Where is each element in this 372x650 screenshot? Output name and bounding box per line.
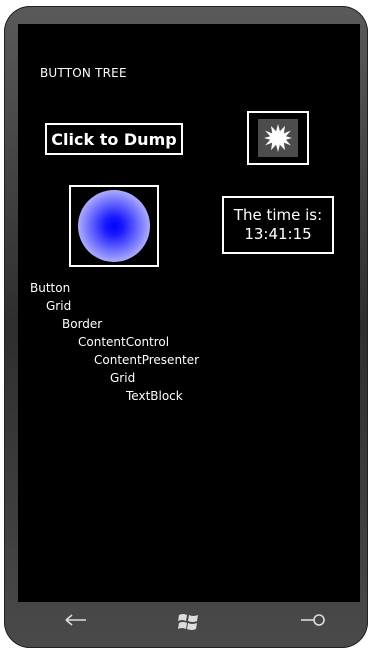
back-arrow-icon: [65, 614, 86, 626]
sunburst-button-face: [258, 119, 298, 157]
tree-node: ContentPresenter: [94, 353, 200, 367]
search-button[interactable]: [300, 612, 326, 633]
time-value: 13:41:15: [244, 225, 312, 243]
hardware-nav-bar: [18, 604, 360, 644]
tree-node: Grid: [46, 299, 72, 313]
visual-tree-dump: Button Grid Border ContentControl Conten…: [30, 279, 199, 405]
screen: BUTTON TREE Click to Dump The time is: 1…: [18, 24, 360, 602]
sunburst-icon: [264, 124, 292, 152]
phone-frame: BUTTON TREE Click to Dump The time is: 1…: [4, 6, 368, 648]
tree-node: Button: [30, 281, 71, 295]
tree-node: Grid: [110, 371, 136, 385]
time-button[interactable]: The time is: 13:41:15: [222, 196, 334, 254]
gradient-ball-button[interactable]: [69, 185, 159, 267]
sunburst-button[interactable]: [247, 111, 309, 165]
dump-button-label: Click to Dump: [51, 129, 177, 149]
tree-node: TextBlock: [126, 389, 183, 403]
time-label: The time is:: [233, 206, 323, 224]
start-button[interactable]: [178, 612, 200, 637]
back-button[interactable]: [64, 612, 88, 633]
app-title: BUTTON TREE: [40, 66, 127, 80]
dump-button[interactable]: Click to Dump: [45, 123, 183, 155]
search-icon: [301, 614, 325, 626]
tree-node: ContentControl: [78, 335, 170, 349]
tree-node: Border: [62, 317, 103, 331]
windows-logo-icon: [178, 614, 198, 630]
gradient-ellipse: [78, 190, 150, 262]
